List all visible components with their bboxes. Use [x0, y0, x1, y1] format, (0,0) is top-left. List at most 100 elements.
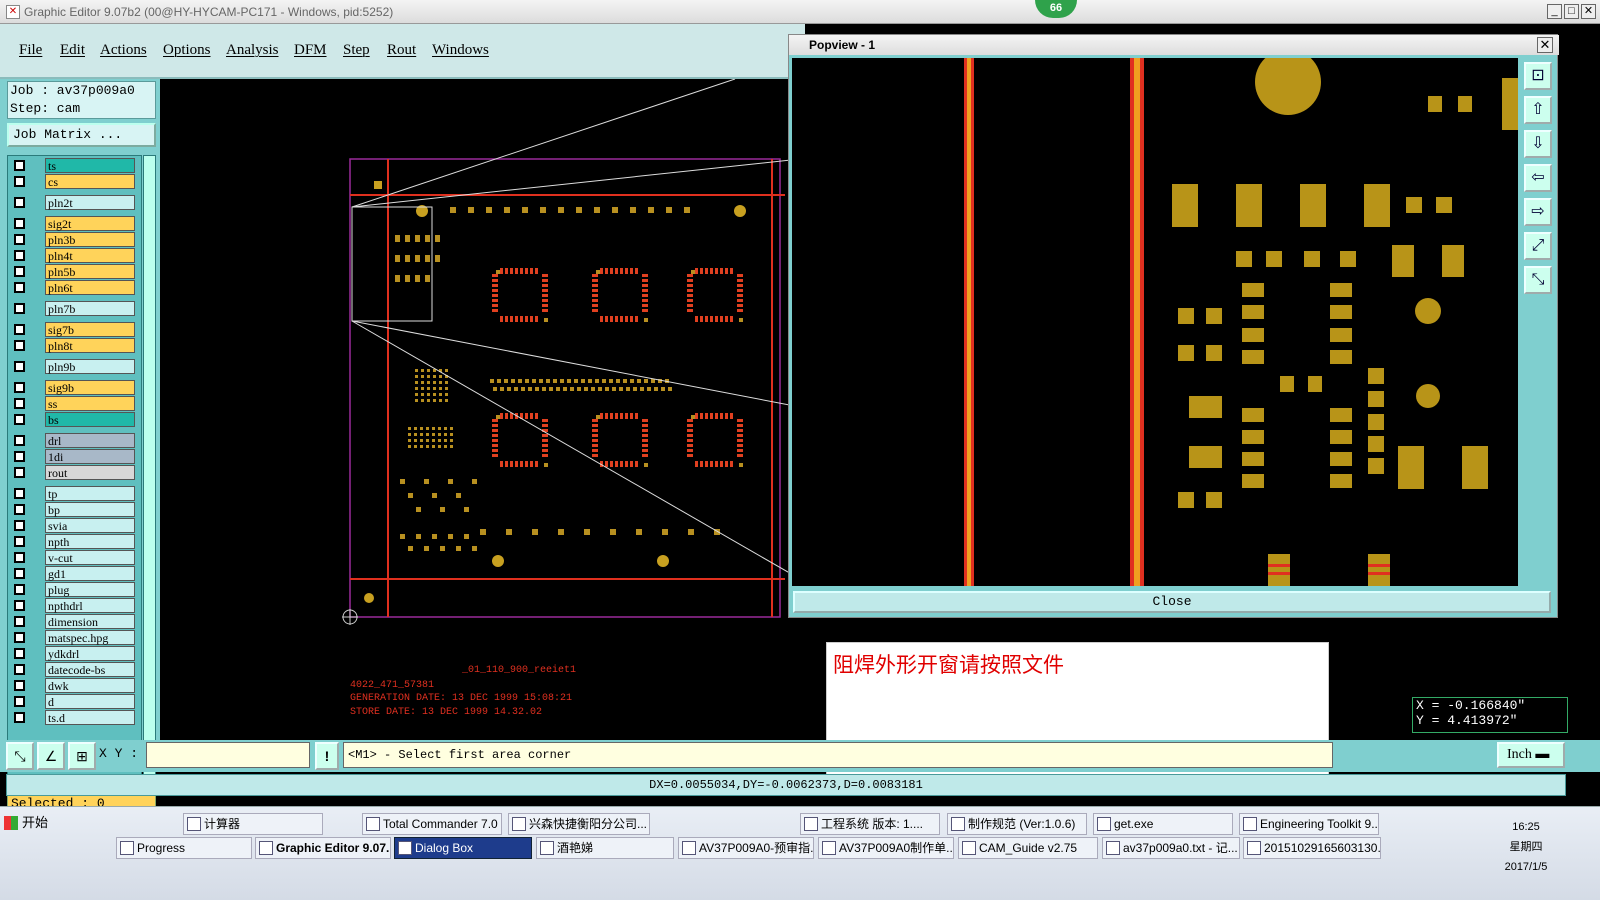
grid-tool-icon[interactable]: ⊞	[68, 742, 96, 770]
zoom-home-icon[interactable]: ⊡	[1524, 62, 1552, 90]
layer-checkbox[interactable]	[14, 696, 25, 707]
layer-row[interactable]: datecode-bs	[8, 662, 141, 677]
layer-name[interactable]: 1di	[45, 449, 135, 464]
layer-checkbox[interactable]	[14, 398, 25, 409]
layer-row[interactable]: pln7b	[8, 301, 141, 316]
layer-name[interactable]: pln3b	[45, 232, 135, 247]
layer-checkbox[interactable]	[14, 616, 25, 627]
layer-row[interactable]: pln4t	[8, 248, 141, 263]
layer-row[interactable]: npth	[8, 534, 141, 549]
units-dropdown[interactable]: Inch ▬	[1497, 742, 1565, 768]
layer-checkbox[interactable]	[14, 451, 25, 462]
layer-row[interactable]: sig9b	[8, 380, 141, 395]
menu-options[interactable]: Options	[163, 42, 211, 59]
close-button[interactable]: ✕	[1581, 4, 1596, 19]
layer-name[interactable]: gd1	[45, 566, 135, 581]
menu-windows[interactable]: Windows	[432, 42, 489, 59]
layer-row[interactable]: dimension	[8, 614, 141, 629]
layer-checkbox[interactable]	[14, 361, 25, 372]
zoom-out-icon[interactable]: ⤡	[1524, 266, 1552, 294]
layer-checkbox[interactable]	[14, 632, 25, 643]
layer-name[interactable]: svia	[45, 518, 135, 533]
layer-name[interactable]: pln9b	[45, 359, 135, 374]
pan-right-icon[interactable]: ⇨	[1524, 198, 1552, 226]
layer-checkbox[interactable]	[14, 176, 25, 187]
layer-row[interactable]: cs	[8, 174, 141, 189]
menu-actions[interactable]: Actions	[100, 42, 147, 59]
pan-up-icon[interactable]: ⇧	[1524, 96, 1552, 124]
task-total-commander[interactable]: Total Commander 7.0 ...	[362, 813, 502, 835]
layer-row[interactable]: ydkdrl	[8, 646, 141, 661]
layer-name[interactable]: plug	[45, 582, 135, 597]
menu-edit[interactable]: Edit	[60, 42, 85, 59]
layer-scrollbar[interactable]	[143, 155, 156, 785]
layer-row[interactable]: v-cut	[8, 550, 141, 565]
graphic-canvas[interactable]: _01_110_900_reeiet1 4022_471_57381 GENER…	[160, 78, 801, 751]
layer-checkbox[interactable]	[14, 382, 25, 393]
snap-tool-icon[interactable]: ⤡	[6, 742, 34, 770]
layer-name[interactable]: v-cut	[45, 550, 135, 565]
layer-checkbox[interactable]	[14, 197, 25, 208]
layer-name[interactable]: pln8t	[45, 338, 135, 353]
layer-checkbox[interactable]	[14, 324, 25, 335]
task-browser[interactable]: 兴森快捷衡阳分公司...	[508, 813, 650, 835]
layer-name[interactable]: npthdrl	[45, 598, 135, 613]
layer-checkbox[interactable]	[14, 250, 25, 261]
layer-row[interactable]: pln5b	[8, 264, 141, 279]
layer-name[interactable]: drl	[45, 433, 135, 448]
layer-checkbox[interactable]	[14, 600, 25, 611]
layer-name[interactable]: pln4t	[45, 248, 135, 263]
menu-analysis[interactable]: Analysis	[226, 42, 279, 59]
task-cam-guide[interactable]: CAM_Guide v2.75	[958, 837, 1098, 859]
layer-row[interactable]: plug	[8, 582, 141, 597]
task-file[interactable]: 20151029165603130...	[1243, 837, 1381, 859]
layer-checkbox[interactable]	[14, 488, 25, 499]
layer-row[interactable]: bs	[8, 412, 141, 427]
task-chat[interactable]: 酒艳娣	[536, 837, 674, 859]
layer-checkbox[interactable]	[14, 160, 25, 171]
layer-name[interactable]: sig2t	[45, 216, 135, 231]
task-notepad[interactable]: av37p009a0.txt - 记...	[1102, 837, 1240, 859]
layer-name[interactable]: rout	[45, 465, 135, 480]
layer-checkbox[interactable]	[14, 664, 25, 675]
task-get-exe[interactable]: get.exe	[1093, 813, 1233, 835]
task-engineering-system[interactable]: 工程系统 版本: 1....	[800, 813, 940, 835]
layer-name[interactable]: dimension	[45, 614, 135, 629]
measure-tool-icon[interactable]: ∠	[37, 742, 65, 770]
info-icon[interactable]: !	[315, 742, 339, 770]
layer-name[interactable]: sig7b	[45, 322, 135, 337]
layer-checkbox[interactable]	[14, 234, 25, 245]
layer-name[interactable]: tp	[45, 486, 135, 501]
system-clock[interactable]: 16:25 星期四 2017/1/5	[1496, 817, 1556, 877]
layer-row[interactable]: ts	[8, 158, 141, 173]
layer-name[interactable]: pln5b	[45, 264, 135, 279]
layer-name[interactable]: ydkdrl	[45, 646, 135, 661]
layer-name[interactable]: npth	[45, 534, 135, 549]
layer-name[interactable]: ts	[45, 158, 135, 173]
popview-close-button[interactable]: Close	[793, 591, 1551, 613]
task-engineering-toolkit[interactable]: Engineering Toolkit 9....	[1239, 813, 1379, 835]
layer-name[interactable]: datecode-bs	[45, 662, 135, 677]
layer-row[interactable]: npthdrl	[8, 598, 141, 613]
task-review[interactable]: AV37P009A0-预审指...	[678, 837, 814, 859]
layer-row[interactable]: matspec.hpg	[8, 630, 141, 645]
xy-input[interactable]	[146, 742, 310, 768]
layer-row[interactable]: rout	[8, 465, 141, 480]
popview-close-icon[interactable]: ✕	[1537, 37, 1553, 53]
menu-rout[interactable]: Rout	[387, 42, 416, 59]
layer-row[interactable]: pln2t	[8, 195, 141, 210]
menu-step[interactable]: Step	[343, 42, 370, 59]
layer-checkbox[interactable]	[14, 584, 25, 595]
layer-row[interactable]: pln3b	[8, 232, 141, 247]
layer-checkbox[interactable]	[14, 467, 25, 478]
layer-checkbox[interactable]	[14, 340, 25, 351]
layer-row[interactable]: pln9b	[8, 359, 141, 374]
layer-name[interactable]: d	[45, 694, 135, 709]
layer-row[interactable]: 1di	[8, 449, 141, 464]
layer-name[interactable]: bs	[45, 412, 135, 427]
layer-row[interactable]: d	[8, 694, 141, 709]
layer-name[interactable]: matspec.hpg	[45, 630, 135, 645]
pan-left-icon[interactable]: ⇦	[1524, 164, 1552, 192]
layer-row[interactable]: ts.d	[8, 710, 141, 725]
layer-row[interactable]: sig7b	[8, 322, 141, 337]
